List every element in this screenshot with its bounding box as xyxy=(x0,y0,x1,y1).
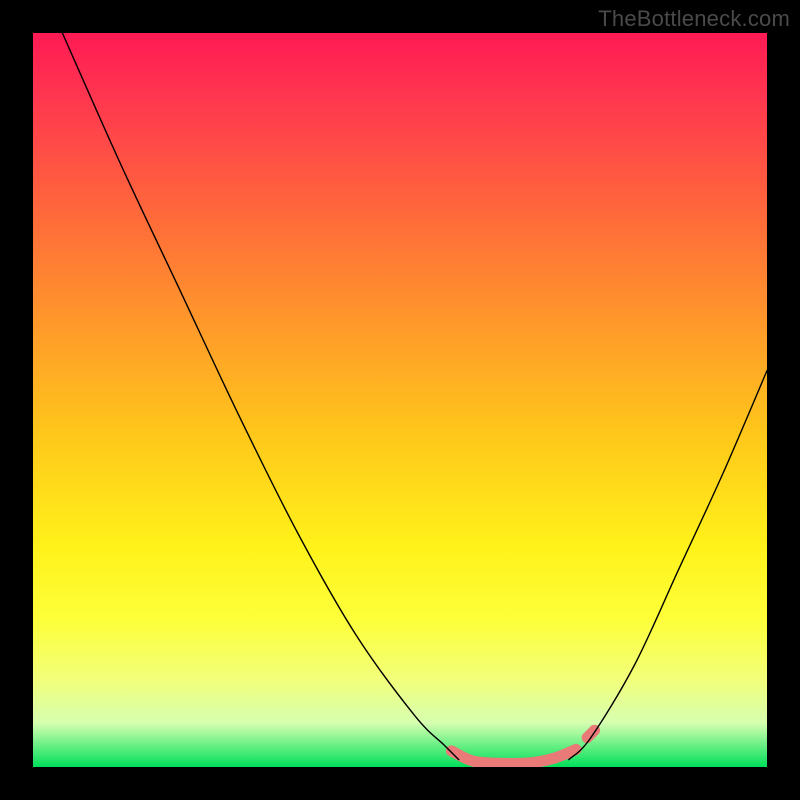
chart-frame: TheBottleneck.com xyxy=(0,0,800,800)
right-curve-line xyxy=(569,371,767,760)
plot-area xyxy=(33,33,767,767)
watermark-text: TheBottleneck.com xyxy=(598,6,790,32)
chart-svg xyxy=(33,33,767,767)
left-curve-line xyxy=(62,33,458,760)
valley-floor-highlight xyxy=(451,749,576,763)
